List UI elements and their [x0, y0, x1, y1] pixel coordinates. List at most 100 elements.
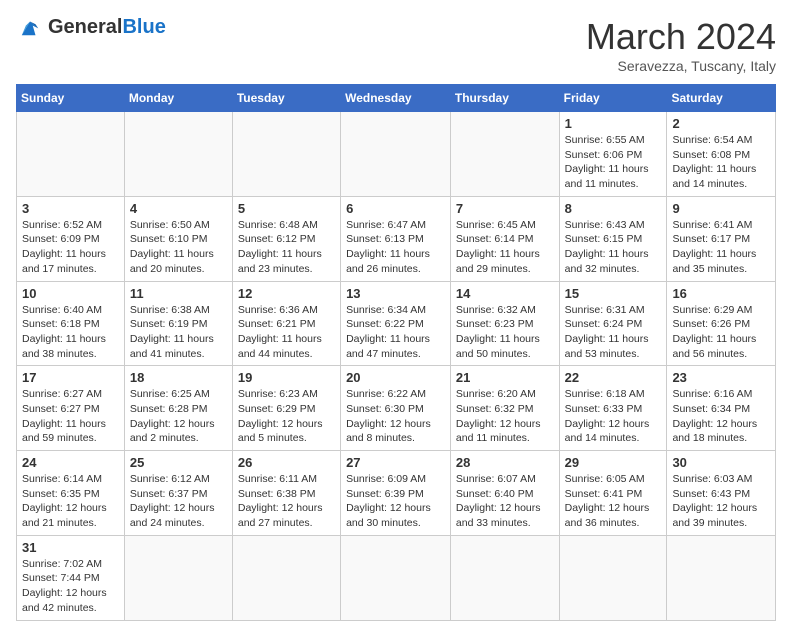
calendar-cell: 27Sunrise: 6:09 AM Sunset: 6:39 PM Dayli… [341, 451, 451, 536]
day-info: Sunrise: 6:34 AM Sunset: 6:22 PM Dayligh… [346, 303, 445, 362]
calendar-cell: 4 Sunrise: 6:50 AM Sunset: 6:10 PM Daylig… [124, 196, 232, 281]
day-info: Sunrise: 6:54 AM Sunset: 6:08 PM Dayligh… [672, 133, 770, 192]
day-number: 1 [565, 116, 662, 131]
title-block: March 2024 Seravezza, Tuscany, Italy [586, 16, 776, 74]
day-number: 20 [346, 370, 445, 385]
calendar-cell: 19 Sunrise: 6:23 AM Sunset: 6:29 PM Dayli… [232, 366, 340, 451]
day-info: Sunrise: 6:18 AM Sunset: 6:33 PM Dayligh… [565, 387, 662, 446]
calendar-cell: 26 Sunrise: 6:11 AM Sunset: 6:38 PM Dayli… [232, 451, 340, 536]
day-number: 23 [672, 370, 770, 385]
day-number: 19 [238, 370, 335, 385]
day-info: Sunrise: 6:11 AM Sunset: 6:38 PM Dayligh… [238, 472, 335, 531]
day-number: 27 [346, 455, 445, 470]
day-info: Sunrise: 7:02 AM Sunset: 7:44 PM Dayligh… [22, 557, 119, 616]
day-number: 9 [672, 201, 770, 216]
day-info: Sunrise: 6:25 AM Sunset: 6:28 PM Dayligh… [130, 387, 227, 446]
day-number: 15 [565, 286, 662, 301]
weekday-header-saturday: Saturday [667, 85, 776, 112]
day-number: 12 [238, 286, 335, 301]
calendar-cell: 18 Sunrise: 6:25 AM Sunset: 6:28 PM Dayli… [124, 366, 232, 451]
day-info: Sunrise: 6:52 AM Sunset: 6:09 PM Dayligh… [22, 218, 119, 277]
day-info: Sunrise: 6:31 AM Sunset: 6:24 PM Dayligh… [565, 303, 662, 362]
day-info: Sunrise: 6:38 AM Sunset: 6:19 PM Dayligh… [130, 303, 227, 362]
calendar-table: SundayMondayTuesdayWednesdayThursdayFrid… [16, 84, 776, 621]
day-number: 10 [22, 286, 119, 301]
calendar-cell: 1 Sunrise: 6:55 AM Sunset: 6:06 PM Daylig… [559, 112, 667, 197]
weekday-header-tuesday: Tuesday [232, 85, 340, 112]
calendar-cell: 7 Sunrise: 6:45 AM Sunset: 6:14 PM Daylig… [450, 196, 559, 281]
day-number: 29 [565, 455, 662, 470]
calendar-cell: 14Sunrise: 6:32 AM Sunset: 6:23 PM Dayli… [450, 281, 559, 366]
calendar-cell [124, 535, 232, 620]
day-info: Sunrise: 6:47 AM Sunset: 6:13 PM Dayligh… [346, 218, 445, 277]
day-number: 3 [22, 201, 119, 216]
logo-text: GeneralBlue [48, 17, 166, 38]
calendar-week-row: 24Sunrise: 6:14 AM Sunset: 6:35 PM Dayli… [17, 451, 776, 536]
day-number: 8 [565, 201, 662, 216]
month-title: March 2024 [586, 16, 776, 58]
calendar-cell: 21 Sunrise: 6:20 AM Sunset: 6:32 PM Dayli… [450, 366, 559, 451]
calendar-cell [667, 535, 776, 620]
calendar-week-row: 3 Sunrise: 6:52 AM Sunset: 6:09 PM Daylig… [17, 196, 776, 281]
calendar-cell: 11Sunrise: 6:38 AM Sunset: 6:19 PM Dayli… [124, 281, 232, 366]
calendar-cell: 29 Sunrise: 6:05 AM Sunset: 6:41 PM Dayli… [559, 451, 667, 536]
day-number: 7 [456, 201, 554, 216]
calendar-cell: 3 Sunrise: 6:52 AM Sunset: 6:09 PM Daylig… [17, 196, 125, 281]
calendar-week-row: 1 Sunrise: 6:55 AM Sunset: 6:06 PM Daylig… [17, 112, 776, 197]
day-info: Sunrise: 6:23 AM Sunset: 6:29 PM Dayligh… [238, 387, 335, 446]
weekday-header-wednesday: Wednesday [341, 85, 451, 112]
day-number: 4 [130, 201, 227, 216]
calendar-week-row: 31Sunrise: 7:02 AM Sunset: 7:44 PM Dayli… [17, 535, 776, 620]
calendar-cell [341, 112, 451, 197]
logo-icon [16, 16, 44, 38]
calendar-cell: 8 Sunrise: 6:43 AM Sunset: 6:15 PM Daylig… [559, 196, 667, 281]
calendar-cell: 28 Sunrise: 6:07 AM Sunset: 6:40 PM Dayli… [450, 451, 559, 536]
day-info: Sunrise: 6:29 AM Sunset: 6:26 PM Dayligh… [672, 303, 770, 362]
day-number: 28 [456, 455, 554, 470]
day-info: Sunrise: 6:05 AM Sunset: 6:41 PM Dayligh… [565, 472, 662, 531]
calendar-cell: 16Sunrise: 6:29 AM Sunset: 6:26 PM Dayli… [667, 281, 776, 366]
day-info: Sunrise: 6:22 AM Sunset: 6:30 PM Dayligh… [346, 387, 445, 446]
calendar-cell: 2Sunrise: 6:54 AM Sunset: 6:08 PM Daylig… [667, 112, 776, 197]
calendar-cell [450, 535, 559, 620]
day-info: Sunrise: 6:43 AM Sunset: 6:15 PM Dayligh… [565, 218, 662, 277]
day-number: 5 [238, 201, 335, 216]
day-info: Sunrise: 6:40 AM Sunset: 6:18 PM Dayligh… [22, 303, 119, 362]
day-info: Sunrise: 6:12 AM Sunset: 6:37 PM Dayligh… [130, 472, 227, 531]
day-number: 26 [238, 455, 335, 470]
calendar-cell: 22Sunrise: 6:18 AM Sunset: 6:33 PM Dayli… [559, 366, 667, 451]
weekday-header-sunday: Sunday [17, 85, 125, 112]
day-number: 17 [22, 370, 119, 385]
day-info: Sunrise: 6:41 AM Sunset: 6:17 PM Dayligh… [672, 218, 770, 277]
day-info: Sunrise: 6:07 AM Sunset: 6:40 PM Dayligh… [456, 472, 554, 531]
day-number: 18 [130, 370, 227, 385]
calendar-cell [559, 535, 667, 620]
weekday-header-monday: Monday [124, 85, 232, 112]
calendar-cell: 24Sunrise: 6:14 AM Sunset: 6:35 PM Dayli… [17, 451, 125, 536]
day-number: 14 [456, 286, 554, 301]
calendar-cell [124, 112, 232, 197]
calendar-cell: 15 Sunrise: 6:31 AM Sunset: 6:24 PM Dayli… [559, 281, 667, 366]
calendar-week-row: 10 Sunrise: 6:40 AM Sunset: 6:18 PM Dayli… [17, 281, 776, 366]
day-info: Sunrise: 6:27 AM Sunset: 6:27 PM Dayligh… [22, 387, 119, 446]
calendar-cell [450, 112, 559, 197]
calendar-cell: 13Sunrise: 6:34 AM Sunset: 6:22 PM Dayli… [341, 281, 451, 366]
day-info: Sunrise: 6:20 AM Sunset: 6:32 PM Dayligh… [456, 387, 554, 446]
day-number: 6 [346, 201, 445, 216]
day-info: Sunrise: 6:55 AM Sunset: 6:06 PM Dayligh… [565, 133, 662, 192]
calendar-cell: 12 Sunrise: 6:36 AM Sunset: 6:21 PM Dayli… [232, 281, 340, 366]
day-info: Sunrise: 6:14 AM Sunset: 6:35 PM Dayligh… [22, 472, 119, 531]
day-info: Sunrise: 6:50 AM Sunset: 6:10 PM Dayligh… [130, 218, 227, 277]
day-info: Sunrise: 6:45 AM Sunset: 6:14 PM Dayligh… [456, 218, 554, 277]
weekday-header-row: SundayMondayTuesdayWednesdayThursdayFrid… [17, 85, 776, 112]
day-info: Sunrise: 6:03 AM Sunset: 6:43 PM Dayligh… [672, 472, 770, 531]
calendar-cell: 30Sunrise: 6:03 AM Sunset: 6:43 PM Dayli… [667, 451, 776, 536]
page-header: GeneralBlue March 2024 Seravezza, Tuscan… [16, 16, 776, 74]
weekday-header-friday: Friday [559, 85, 667, 112]
day-info: Sunrise: 6:36 AM Sunset: 6:21 PM Dayligh… [238, 303, 335, 362]
location-subtitle: Seravezza, Tuscany, Italy [586, 58, 776, 74]
calendar-cell: 10 Sunrise: 6:40 AM Sunset: 6:18 PM Dayli… [17, 281, 125, 366]
calendar-week-row: 17 Sunrise: 6:27 AM Sunset: 6:27 PM Dayli… [17, 366, 776, 451]
day-number: 21 [456, 370, 554, 385]
calendar-cell [17, 112, 125, 197]
